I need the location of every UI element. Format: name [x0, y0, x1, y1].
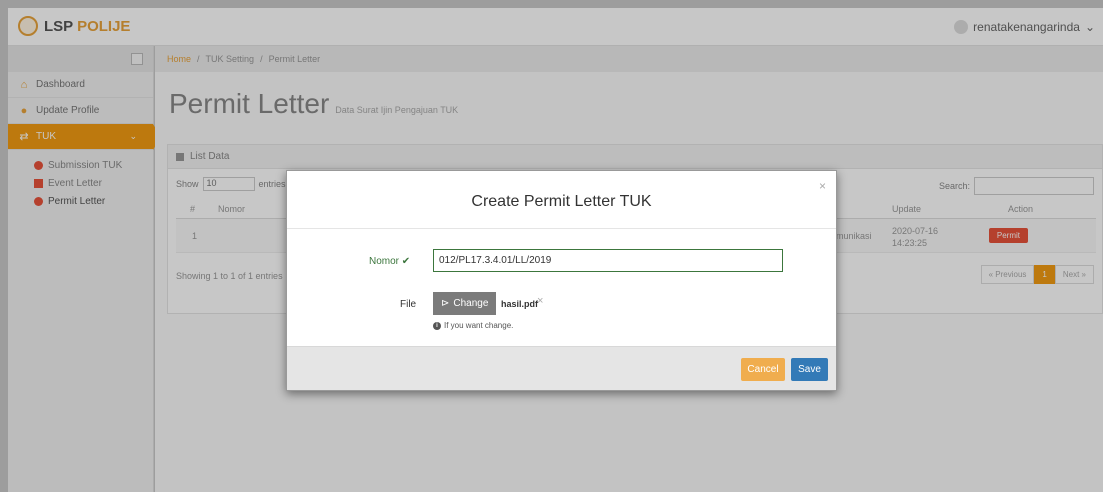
save-button[interactable]: Save	[791, 358, 828, 381]
nomor-label: Nomor ✔	[369, 256, 411, 267]
file-hint: i If you want change.	[433, 321, 513, 330]
file-label: File	[400, 299, 417, 310]
modal-footer: Cancel Save	[287, 346, 836, 390]
cancel-button[interactable]: Cancel	[741, 358, 785, 381]
remove-file-icon[interactable]: ×	[537, 295, 543, 307]
folder-open-icon: ⊳	[441, 298, 450, 309]
create-permit-letter-modal: Create Permit Letter TUK × Nomor ✔ File …	[286, 170, 837, 391]
change-file-button[interactable]: ⊳ Change	[433, 292, 497, 315]
change-label: Change	[453, 298, 489, 309]
close-icon[interactable]: ×	[819, 179, 826, 193]
modal-title: Create Permit Letter TUK	[471, 193, 652, 210]
nomor-input[interactable]	[433, 249, 783, 272]
hint-text: If you want change.	[444, 321, 514, 330]
file-name: hasil.pdf	[501, 299, 539, 309]
modal-header: Create Permit Letter TUK ×	[287, 171, 836, 229]
modal-body: Nomor ✔ File ⊳ Change hasil.pdf × i If y…	[287, 229, 836, 347]
info-icon: i	[433, 321, 441, 330]
